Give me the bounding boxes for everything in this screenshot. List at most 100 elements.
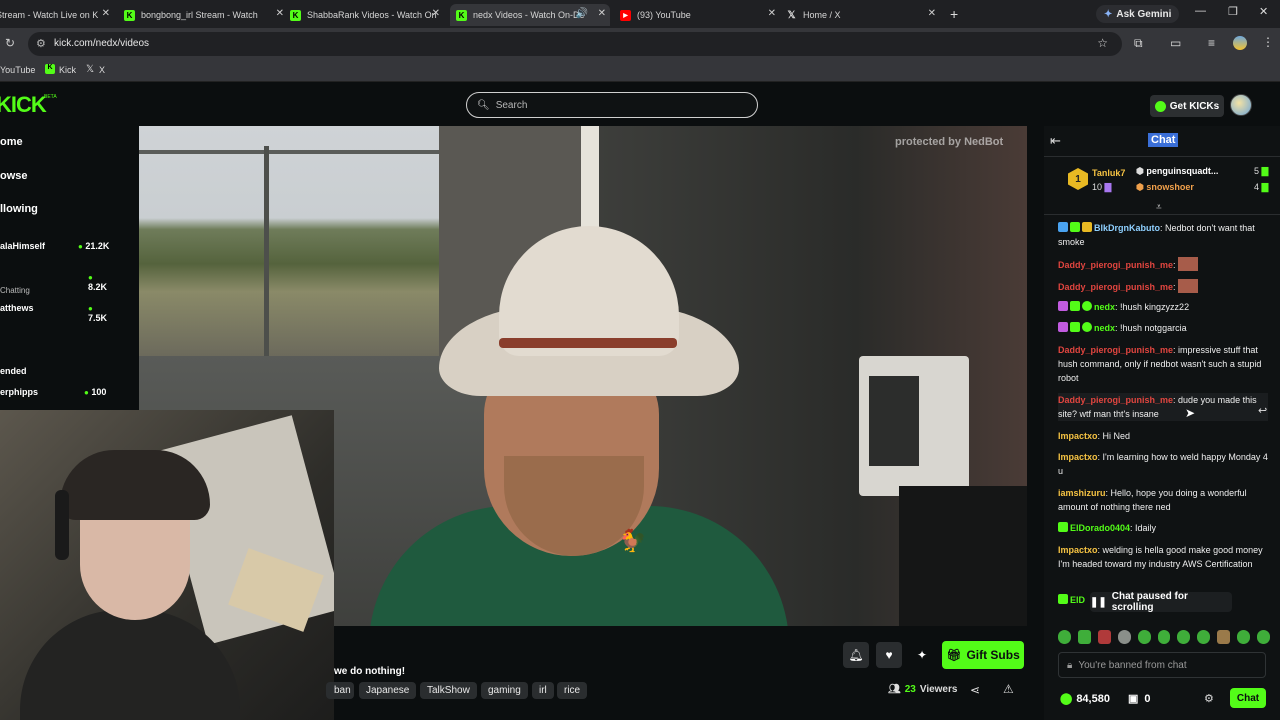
channel-category: Chatting: [0, 286, 30, 295]
leaderboard-user[interactable]: ⬢ penguinsquadt...: [1136, 166, 1218, 177]
fence-rail: [139, 150, 439, 154]
tag-pill[interactable]: ban: [326, 682, 354, 699]
nav-home[interactable]: ome: [0, 136, 23, 148]
leaderboard-user[interactable]: ⬢ snowshoer: [1136, 182, 1194, 193]
emote-icon[interactable]: [1257, 630, 1270, 644]
verified-icon: [1082, 322, 1092, 332]
new-tab-button[interactable]: +: [950, 6, 958, 22]
get-kicks-button[interactable]: Get KICKs: [1150, 95, 1224, 117]
emote-icon[interactable]: [1197, 630, 1211, 644]
send-chat-button[interactable]: Chat: [1230, 688, 1266, 708]
close-icon[interactable]: ✕: [928, 8, 936, 19]
notification-bell-button[interactable]: 🔔︎: [843, 642, 869, 668]
nav-browse[interactable]: owse: [0, 170, 28, 182]
chat-username[interactable]: iamshizuru: [1058, 488, 1106, 498]
chat-username[interactable]: ElDorado0404: [1070, 523, 1130, 533]
collapse-chat-icon[interactable]: ⇤: [1050, 133, 1061, 149]
browser-tab[interactable]: Stream - Watch Live on K ✕: [0, 4, 110, 26]
kicks-balance[interactable]: ⬤ 84,580: [1060, 692, 1110, 706]
expand-leaderboard-icon[interactable]: ⩡: [1156, 202, 1162, 213]
url-field[interactable]: ⚙ kick.com/nedx/videos ☆: [28, 32, 1122, 56]
chat-username[interactable]: Daddy_pierogi_punish_me: [1058, 282, 1173, 292]
close-icon[interactable]: ✕: [768, 8, 776, 19]
person-hair: [60, 450, 210, 520]
channel-name: atthews: [0, 303, 34, 313]
gift-counter[interactable]: ▣ 0: [1128, 692, 1151, 706]
gift-subs-button[interactable]: 🎁︎ Gift Subs: [942, 641, 1024, 669]
kick-favicon-icon: K: [45, 64, 55, 74]
bookmark-kick[interactable]: Kick: [59, 65, 76, 75]
webcam-overlay: [0, 410, 334, 720]
bookmark-star-icon[interactable]: ☆: [1097, 36, 1108, 50]
sidebar-channel[interactable]: atthews ● 7.5K: [0, 303, 112, 323]
tab-search-icon[interactable]: ▭: [1170, 36, 1181, 50]
viewers-icon: 👥︎: [888, 684, 901, 695]
ask-gemini-button[interactable]: ✦ Ask Gemini: [1096, 5, 1180, 23]
reply-icon[interactable]: ↩: [1258, 404, 1267, 417]
browser-tab[interactable]: K ShabbaRank Videos - Watch On ✕: [290, 4, 440, 26]
tag-label: Japanese: [366, 685, 410, 696]
chat-username[interactable]: Impactxo: [1058, 545, 1098, 555]
reload-icon[interactable]: ↻: [5, 36, 15, 50]
user-avatar[interactable]: [1230, 94, 1252, 116]
tag-pill[interactable]: TalkShow: [420, 682, 477, 699]
chat-username[interactable]: Daddy_pierogi_punish_me: [1058, 345, 1173, 355]
chat-username[interactable]: Impactxo: [1058, 431, 1098, 441]
emote-icon[interactable]: [1058, 630, 1071, 644]
menu-kebab-icon[interactable]: ⋮: [1262, 35, 1274, 49]
close-icon[interactable]: ✕: [432, 8, 440, 19]
chat-username[interactable]: Impactxo: [1058, 452, 1098, 462]
share-icon[interactable]: ⋖: [970, 683, 980, 697]
bookmark-x[interactable]: X: [99, 65, 105, 75]
browser-tab[interactable]: 𝕏 Home / X ✕: [786, 4, 936, 26]
extensions-icon[interactable]: ⧉: [1134, 36, 1143, 51]
emote-icon[interactable]: [1097, 630, 1111, 644]
tag-pill[interactable]: irl: [532, 682, 554, 699]
channel-name: erphipps: [0, 387, 39, 397]
emote-icon[interactable]: [1077, 630, 1091, 644]
chat-username[interactable]: ElD: [1070, 595, 1085, 605]
restore-icon[interactable]: ❐: [1228, 5, 1238, 18]
tag-pill[interactable]: gaming: [481, 682, 528, 699]
search-input[interactable]: 🔍︎ Search: [466, 92, 758, 118]
leaderboard-user[interactable]: Tanluk7: [1092, 168, 1125, 178]
close-icon[interactable]: ✕: [102, 8, 110, 19]
close-icon[interactable]: ✕: [598, 8, 606, 19]
sidebar-channel[interactable]: erphipps ● 100: [0, 387, 112, 397]
chat-username[interactable]: nedx: [1094, 323, 1115, 333]
close-icon[interactable]: ✕: [276, 8, 284, 19]
chat-paused-banner[interactable]: ❚❚ Chat paused for scrolling: [1090, 591, 1232, 613]
chat-username[interactable]: Daddy_pierogi_punish_me: [1058, 260, 1173, 270]
profile-avatar[interactable]: [1233, 36, 1247, 50]
emote-icon[interactable]: [1157, 630, 1171, 644]
emote-icon[interactable]: [1117, 630, 1131, 644]
chat-settings-icon[interactable]: ⚙: [1204, 692, 1214, 705]
sidebar-channel[interactable]: alaHimself ● 21.2K: [0, 241, 112, 251]
chat-input[interactable]: 🔒︎ You're banned from chat: [1058, 652, 1266, 678]
chat-username[interactable]: Daddy_pierogi_punish_me: [1058, 395, 1173, 405]
bookmark-youtube[interactable]: YouTube: [0, 65, 35, 75]
speaker-icon[interactable]: 🔊: [576, 8, 588, 19]
emote-icon[interactable]: [1237, 630, 1251, 644]
chat-message: Daddy_pierogi_punish_me:: [1058, 257, 1268, 272]
chat-username[interactable]: BlkDrgnKabuto: [1094, 223, 1160, 233]
tag-pill[interactable]: Japanese: [359, 682, 417, 699]
window-close-icon[interactable]: ✕: [1259, 5, 1268, 18]
site-info-icon[interactable]: ⚙: [36, 37, 46, 50]
badge-icon: ⬢: [1136, 182, 1144, 192]
chat-username[interactable]: nedx: [1094, 302, 1115, 312]
sparkle-button[interactable]: ✦: [909, 642, 935, 668]
tag-pill[interactable]: rice: [557, 682, 588, 699]
browser-tab[interactable]: ▶ (93) YouTube ✕: [620, 4, 776, 26]
browser-tab-active[interactable]: K nedx Videos - Watch On-De 🔊 ✕: [450, 4, 610, 26]
emote-icon[interactable]: [1177, 630, 1191, 644]
emote-icon[interactable]: [1137, 630, 1151, 644]
follow-heart-button[interactable]: ♥: [876, 642, 902, 668]
minimize-icon[interactable]: —: [1195, 5, 1206, 17]
emote-icon[interactable]: [1217, 630, 1231, 644]
browser-tab[interactable]: K bongbong_irl Stream - Watch ✕: [124, 4, 284, 26]
kick-logo[interactable]: KICK: [0, 92, 47, 118]
media-control-icon[interactable]: ≡: [1208, 36, 1215, 50]
report-warning-icon[interactable]: ⚠: [1003, 682, 1014, 696]
nav-following[interactable]: llowing: [0, 203, 38, 215]
